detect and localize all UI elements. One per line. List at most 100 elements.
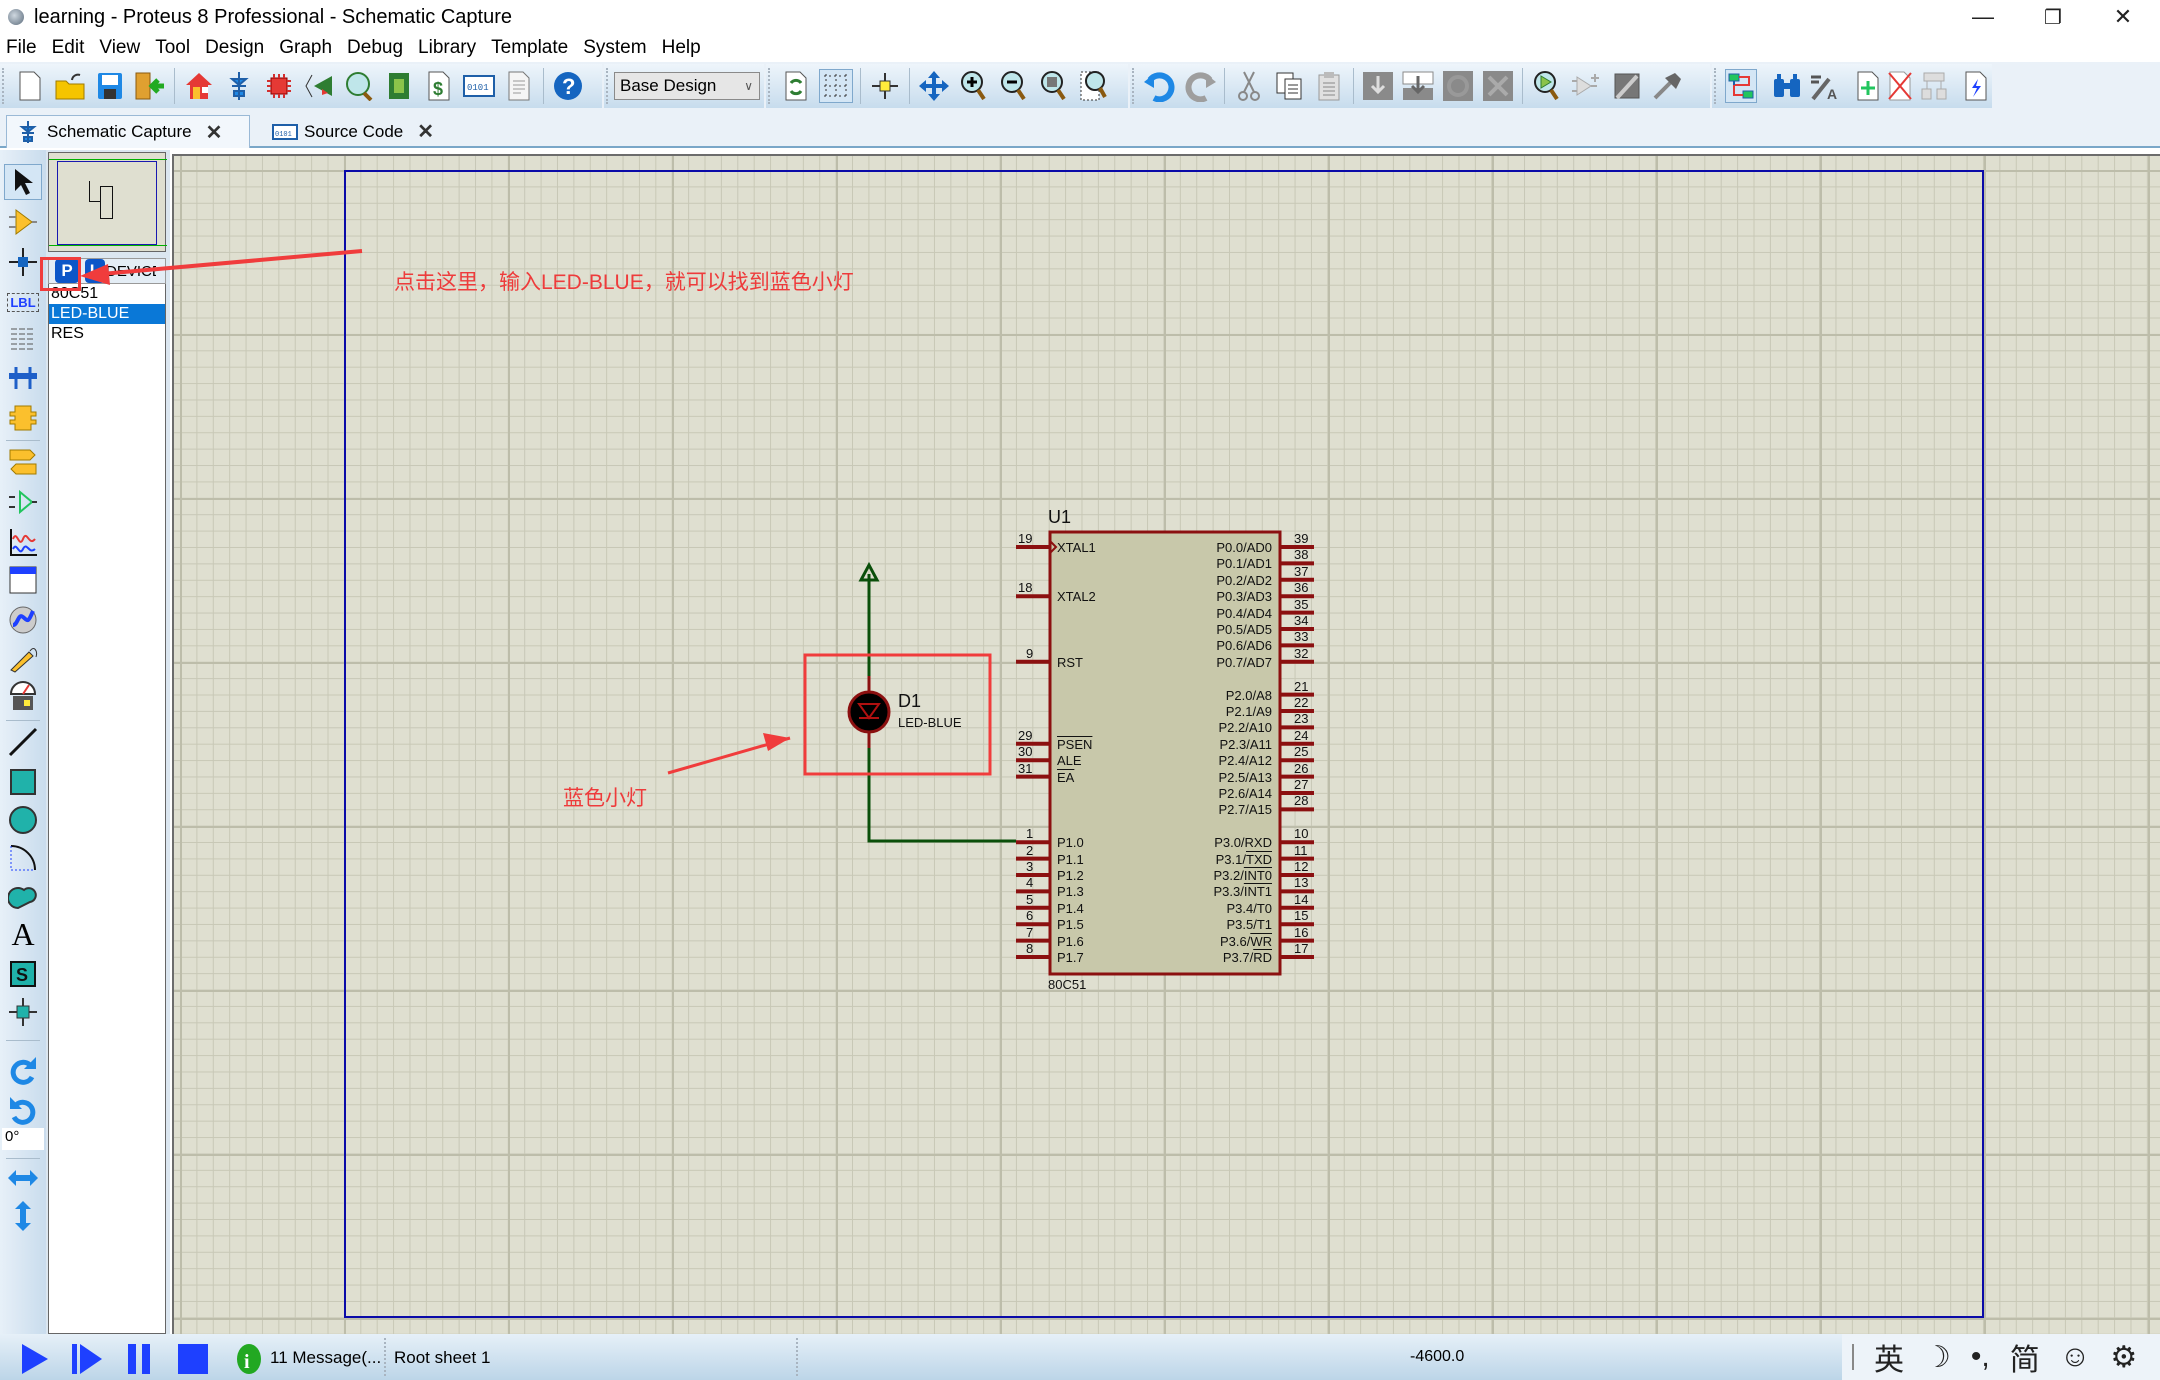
packaging-tool-icon[interactable] bbox=[1610, 69, 1644, 103]
ime-settings-icon[interactable]: ⚙ bbox=[2110, 1340, 2137, 1375]
pick-device-icon[interactable] bbox=[1530, 69, 1564, 103]
menu-library[interactable]: Library bbox=[418, 37, 476, 59]
wire-label-mode-icon[interactable]: LBL bbox=[4, 284, 42, 320]
pcb-layout-icon[interactable] bbox=[262, 69, 296, 103]
zoom-area-icon[interactable] bbox=[1077, 69, 1111, 103]
home-icon[interactable] bbox=[182, 69, 216, 103]
device-pins-mode-icon[interactable] bbox=[4, 484, 42, 520]
buses-mode-icon[interactable] bbox=[4, 360, 42, 396]
decompose-icon[interactable] bbox=[1650, 69, 1684, 103]
close-tab-icon[interactable]: ✕ bbox=[206, 120, 223, 145]
menu-tool[interactable]: Tool bbox=[155, 37, 190, 59]
play-button[interactable] bbox=[18, 1342, 52, 1376]
zoom-all-icon[interactable] bbox=[1037, 69, 1071, 103]
tape-recorder-mode-icon[interactable] bbox=[4, 562, 42, 598]
block-delete-icon[interactable] bbox=[1481, 69, 1515, 103]
make-device-icon[interactable] bbox=[1570, 69, 1604, 103]
search-icon[interactable] bbox=[1771, 69, 1803, 103]
rotate-anticlockwise-icon[interactable] bbox=[4, 1092, 42, 1128]
open-file-icon[interactable] bbox=[53, 69, 87, 103]
electrical-rule-check-icon[interactable] bbox=[1963, 69, 1989, 103]
ime-emoji-icon[interactable]: ☺ bbox=[2060, 1340, 2091, 1374]
marker-2d-mode-icon[interactable] bbox=[4, 994, 42, 1030]
design-variant-select[interactable]: Base Design ∨ bbox=[614, 72, 760, 100]
3d-viewer-icon[interactable] bbox=[302, 69, 336, 103]
design-explorer-icon[interactable] bbox=[382, 69, 416, 103]
help-icon[interactable]: ? bbox=[551, 69, 585, 103]
paste-icon[interactable] bbox=[1312, 69, 1346, 103]
save-icon[interactable] bbox=[93, 69, 127, 103]
menu-file[interactable]: File bbox=[6, 37, 37, 59]
ime-language-toggle[interactable]: 英 bbox=[1874, 1335, 1904, 1379]
terminals-mode-icon[interactable] bbox=[4, 444, 42, 480]
refresh-icon[interactable] bbox=[779, 69, 813, 103]
library-manager-button[interactable]: L bbox=[85, 259, 105, 283]
block-rotate-icon[interactable] bbox=[1441, 69, 1475, 103]
remove-sheet-icon[interactable] bbox=[1887, 69, 1913, 103]
ime-simplified-toggle[interactable]: 简 bbox=[2010, 1335, 2040, 1379]
selection-mode-icon[interactable] bbox=[4, 164, 42, 200]
source-code-icon[interactable]: 0101 bbox=[462, 69, 496, 103]
cut-icon[interactable] bbox=[1232, 69, 1266, 103]
zoom-out-icon[interactable] bbox=[997, 69, 1031, 103]
undo-icon[interactable] bbox=[1143, 69, 1177, 103]
graph-mode-icon[interactable] bbox=[4, 524, 42, 560]
zoom-in-icon[interactable] bbox=[957, 69, 991, 103]
notes-icon[interactable] bbox=[502, 69, 536, 103]
menu-template[interactable]: Template bbox=[491, 37, 568, 59]
block-copy-icon[interactable] bbox=[1361, 69, 1395, 103]
info-messages-icon[interactable]: i bbox=[234, 1342, 268, 1376]
origin-icon[interactable] bbox=[868, 69, 902, 103]
device-item-led-blue[interactable]: LED-BLUE bbox=[49, 304, 165, 324]
stop-button[interactable] bbox=[176, 1342, 210, 1376]
subcircuit-mode-icon[interactable] bbox=[4, 400, 42, 436]
ime-punctuation-icon[interactable]: •, bbox=[1971, 1340, 1990, 1374]
generator-mode-icon[interactable] bbox=[4, 602, 42, 638]
pan-icon[interactable] bbox=[917, 69, 951, 103]
menu-debug[interactable]: Debug bbox=[347, 37, 403, 59]
line-2d-mode-icon[interactable] bbox=[4, 724, 42, 760]
block-move-icon[interactable] bbox=[1401, 69, 1435, 103]
symbol-2d-mode-icon[interactable]: S bbox=[4, 956, 42, 992]
close-window-button[interactable]: ✕ bbox=[2088, 0, 2158, 34]
restore-button[interactable]: ❐ bbox=[2018, 0, 2088, 34]
device-item-res[interactable]: RES bbox=[49, 324, 165, 344]
redo-icon[interactable] bbox=[1183, 69, 1217, 103]
import-icon[interactable] bbox=[133, 69, 167, 103]
menu-system[interactable]: System bbox=[583, 37, 646, 59]
new-file-icon[interactable] bbox=[13, 69, 47, 103]
circle-2d-mode-icon[interactable] bbox=[4, 802, 42, 838]
menu-view[interactable]: View bbox=[99, 37, 140, 59]
copy-icon[interactable] bbox=[1272, 69, 1306, 103]
goto-child-sheet-icon[interactable] bbox=[1919, 69, 1949, 103]
text-script-mode-icon[interactable] bbox=[4, 322, 42, 358]
pause-button[interactable] bbox=[124, 1342, 158, 1376]
ime-fullwidth-icon[interactable]: ☽ bbox=[1924, 1340, 1951, 1375]
minimize-button[interactable]: — bbox=[1948, 0, 2018, 34]
virtual-instruments-mode-icon[interactable] bbox=[4, 678, 42, 714]
junction-dot-mode-icon[interactable] bbox=[4, 244, 42, 280]
bill-of-materials-icon[interactable]: $ bbox=[422, 69, 456, 103]
tab-source-code[interactable]: 0101 Source Code ✕ bbox=[262, 115, 438, 148]
close-tab-icon[interactable]: ✕ bbox=[417, 119, 434, 144]
tab-schematic-capture[interactable]: Schematic Capture ✕ bbox=[6, 115, 250, 148]
step-button[interactable] bbox=[70, 1342, 104, 1376]
path-2d-mode-icon[interactable] bbox=[4, 878, 42, 914]
menu-graph[interactable]: Graph bbox=[279, 37, 332, 59]
gerber-viewer-icon[interactable] bbox=[342, 69, 376, 103]
component-mode-icon[interactable] bbox=[4, 204, 42, 240]
rotation-angle-field[interactable]: 0° bbox=[2, 1128, 44, 1150]
voltage-probe-mode-icon[interactable] bbox=[4, 640, 42, 676]
overview-window[interactable] bbox=[48, 152, 167, 252]
new-sheet-icon[interactable] bbox=[1855, 69, 1881, 103]
x-mirror-icon[interactable] bbox=[4, 1160, 42, 1196]
property-assignment-icon[interactable]: A bbox=[1809, 69, 1841, 103]
y-mirror-icon[interactable] bbox=[4, 1198, 42, 1234]
schematic-icon[interactable] bbox=[222, 69, 256, 103]
arc-2d-mode-icon[interactable] bbox=[4, 840, 42, 876]
message-count[interactable]: 11 Message(... bbox=[270, 1348, 381, 1368]
menu-help[interactable]: Help bbox=[662, 37, 701, 59]
text-2d-mode-icon[interactable]: A bbox=[4, 916, 42, 952]
menu-design[interactable]: Design bbox=[205, 37, 264, 59]
wire-autorouter-icon[interactable] bbox=[1725, 69, 1757, 103]
